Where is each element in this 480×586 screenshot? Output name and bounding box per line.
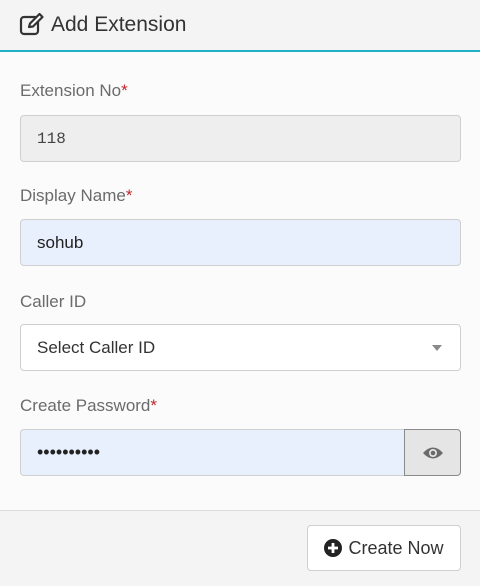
- chevron-down-icon: [432, 344, 442, 351]
- extension-no-label: Extension No*: [20, 81, 128, 100]
- extension-no-group: Extension No* 118: [20, 80, 461, 162]
- required-mark: *: [121, 81, 128, 100]
- caller-id-group: Caller ID Select Caller ID: [20, 291, 461, 371]
- display-name-label: Display Name*: [20, 186, 133, 205]
- edit-icon: [19, 12, 45, 38]
- create-now-label: Create Now: [348, 537, 444, 558]
- caller-id-selected-value: Select Caller ID: [37, 337, 156, 357]
- extension-no-field: 118: [20, 115, 461, 162]
- caller-id-label: Caller ID: [20, 292, 87, 311]
- show-password-button[interactable]: [404, 429, 461, 476]
- password-group: Create Password* ••••••••••: [20, 395, 461, 476]
- card-footer: Create Now: [0, 510, 480, 586]
- add-extension-card: Add Extension Extension No* 118 Display …: [0, 0, 480, 586]
- password-label: Create Password*: [20, 396, 158, 415]
- display-name-group: Display Name* sohub: [20, 185, 461, 266]
- page-title: Add Extension: [51, 13, 187, 36]
- eye-icon: [422, 445, 444, 461]
- caller-id-select[interactable]: Select Caller ID: [20, 324, 461, 371]
- plus-circle-icon: [324, 539, 343, 557]
- password-input-group: ••••••••••: [20, 429, 461, 476]
- display-name-input[interactable]: sohub: [20, 219, 461, 266]
- card-header: Add Extension: [0, 0, 480, 52]
- required-mark: *: [125, 186, 133, 205]
- password-input[interactable]: ••••••••••: [20, 429, 406, 476]
- required-mark: *: [150, 396, 158, 415]
- create-now-button[interactable]: Create Now: [307, 525, 461, 571]
